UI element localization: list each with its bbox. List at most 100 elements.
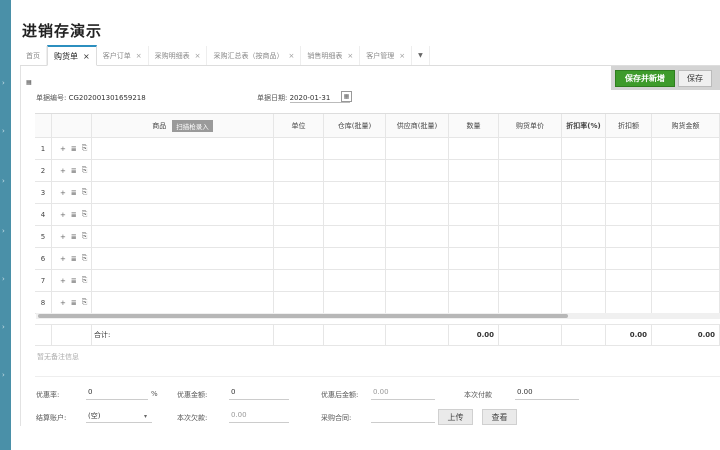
tab-purchase-summary[interactable]: 采购汇总表（按商品） × [207, 46, 302, 65]
delete-icon[interactable]: ≣ [71, 277, 77, 285]
chevron-right-icon[interactable]: › [2, 372, 9, 379]
cell-discount-amount[interactable] [606, 138, 652, 159]
cell-supplier[interactable] [386, 226, 449, 247]
header-cell-warehouse[interactable]: 仓库(批量) [324, 114, 386, 137]
cell-unit[interactable] [274, 182, 324, 203]
cell-discount-amount[interactable] [606, 226, 652, 247]
cell-amount[interactable] [652, 270, 720, 291]
cell-goods[interactable] [92, 292, 274, 313]
cell-supplier[interactable] [386, 138, 449, 159]
cell-discount-rate[interactable] [562, 226, 606, 247]
cell-unit[interactable] [274, 138, 324, 159]
delete-icon[interactable]: ≣ [71, 211, 77, 219]
delete-icon[interactable]: ≣ [71, 233, 77, 241]
cell-amount[interactable] [652, 204, 720, 225]
cell-warehouse[interactable] [324, 248, 386, 269]
delete-icon[interactable]: ≣ [71, 299, 77, 307]
save-button[interactable]: 保存 [678, 70, 712, 87]
cell-qty[interactable] [449, 160, 499, 181]
cell-qty[interactable] [449, 270, 499, 291]
plus-icon[interactable]: + [60, 211, 66, 219]
cell-unit[interactable] [274, 160, 324, 181]
cell-amount[interactable] [652, 248, 720, 269]
cell-goods[interactable] [92, 160, 274, 181]
paid-input[interactable]: 0.00 [515, 388, 579, 400]
cell-price[interactable] [499, 204, 562, 225]
cell-discount-amount[interactable] [606, 292, 652, 313]
discount-amount-input[interactable]: 0 [229, 388, 289, 400]
cell-amount[interactable] [652, 160, 720, 181]
tab-customer-management[interactable]: 客户管理 × [360, 46, 413, 65]
cell-goods[interactable] [92, 270, 274, 291]
chevron-right-icon[interactable]: › [2, 324, 9, 331]
close-icon[interactable]: × [288, 52, 294, 60]
cell-qty[interactable] [449, 248, 499, 269]
cell-supplier[interactable] [386, 204, 449, 225]
chevron-right-icon[interactable]: › [2, 178, 9, 185]
view-button[interactable]: 查看 [482, 409, 517, 425]
chevron-right-icon[interactable]: › [2, 80, 9, 87]
cell-qty[interactable] [449, 292, 499, 313]
cell-discount-amount[interactable] [606, 270, 652, 291]
header-cell-supplier[interactable]: 供应商(批量) [386, 114, 449, 137]
cell-goods[interactable] [92, 248, 274, 269]
copy-icon[interactable]: ⎘ [82, 232, 88, 241]
cell-goods[interactable] [92, 226, 274, 247]
cell-qty[interactable] [449, 204, 499, 225]
cell-supplier[interactable] [386, 292, 449, 313]
delete-icon[interactable]: ≣ [71, 189, 77, 197]
cell-price[interactable] [499, 248, 562, 269]
cell-warehouse[interactable] [324, 138, 386, 159]
close-icon[interactable]: × [195, 52, 201, 60]
copy-icon[interactable]: ⎘ [82, 276, 88, 285]
close-icon[interactable]: × [83, 52, 90, 61]
delete-icon[interactable]: ≣ [71, 145, 77, 153]
close-icon[interactable]: × [136, 52, 142, 60]
plus-icon[interactable]: + [60, 145, 66, 153]
scrollbar-thumb[interactable] [38, 314, 568, 318]
cell-discount-rate[interactable] [562, 182, 606, 203]
cell-warehouse[interactable] [324, 226, 386, 247]
cell-amount[interactable] [652, 226, 720, 247]
copy-icon[interactable]: ⎘ [82, 298, 88, 307]
cell-supplier[interactable] [386, 270, 449, 291]
cell-discount-amount[interactable] [606, 248, 652, 269]
copy-icon[interactable]: ⎘ [82, 188, 88, 197]
cell-unit[interactable] [274, 270, 324, 291]
cell-supplier[interactable] [386, 160, 449, 181]
cell-warehouse[interactable] [324, 292, 386, 313]
cell-price[interactable] [499, 160, 562, 181]
tab-customer-orders[interactable]: 客户订单 × [97, 46, 149, 65]
horizontal-scrollbar[interactable] [36, 313, 720, 319]
tab-home[interactable]: 首页 [20, 46, 47, 65]
cell-price[interactable] [499, 182, 562, 203]
cell-unit[interactable] [274, 204, 324, 225]
cell-price[interactable] [499, 292, 562, 313]
tab-purchase-order[interactable]: 购货单 × [47, 45, 97, 66]
cell-price[interactable] [499, 270, 562, 291]
close-icon[interactable]: × [347, 52, 353, 60]
save-and-new-button[interactable]: 保存并新增 [615, 70, 675, 87]
copy-icon[interactable]: ⎘ [82, 144, 88, 153]
cell-warehouse[interactable] [324, 182, 386, 203]
plus-icon[interactable]: + [60, 299, 66, 307]
delete-icon[interactable]: ≣ [71, 167, 77, 175]
plus-icon[interactable]: + [60, 255, 66, 263]
cell-amount[interactable] [652, 138, 720, 159]
chevron-right-icon[interactable]: › [2, 276, 9, 283]
cell-warehouse[interactable] [324, 160, 386, 181]
copy-icon[interactable]: ⎘ [82, 254, 88, 263]
cell-price[interactable] [499, 226, 562, 247]
cell-discount-amount[interactable] [606, 160, 652, 181]
cell-supplier[interactable] [386, 248, 449, 269]
cell-goods[interactable] [92, 182, 274, 203]
cell-supplier[interactable] [386, 182, 449, 203]
discount-rate-input[interactable]: 0 [86, 388, 148, 400]
grid-settings-icon[interactable]: ▦ [26, 79, 32, 86]
copy-icon[interactable]: ⎘ [82, 166, 88, 175]
cell-goods[interactable] [92, 204, 274, 225]
close-icon[interactable]: × [399, 52, 405, 60]
tab-overflow-dropdown[interactable]: ▼ [412, 46, 430, 65]
cell-warehouse[interactable] [324, 204, 386, 225]
cell-discount-rate[interactable] [562, 160, 606, 181]
